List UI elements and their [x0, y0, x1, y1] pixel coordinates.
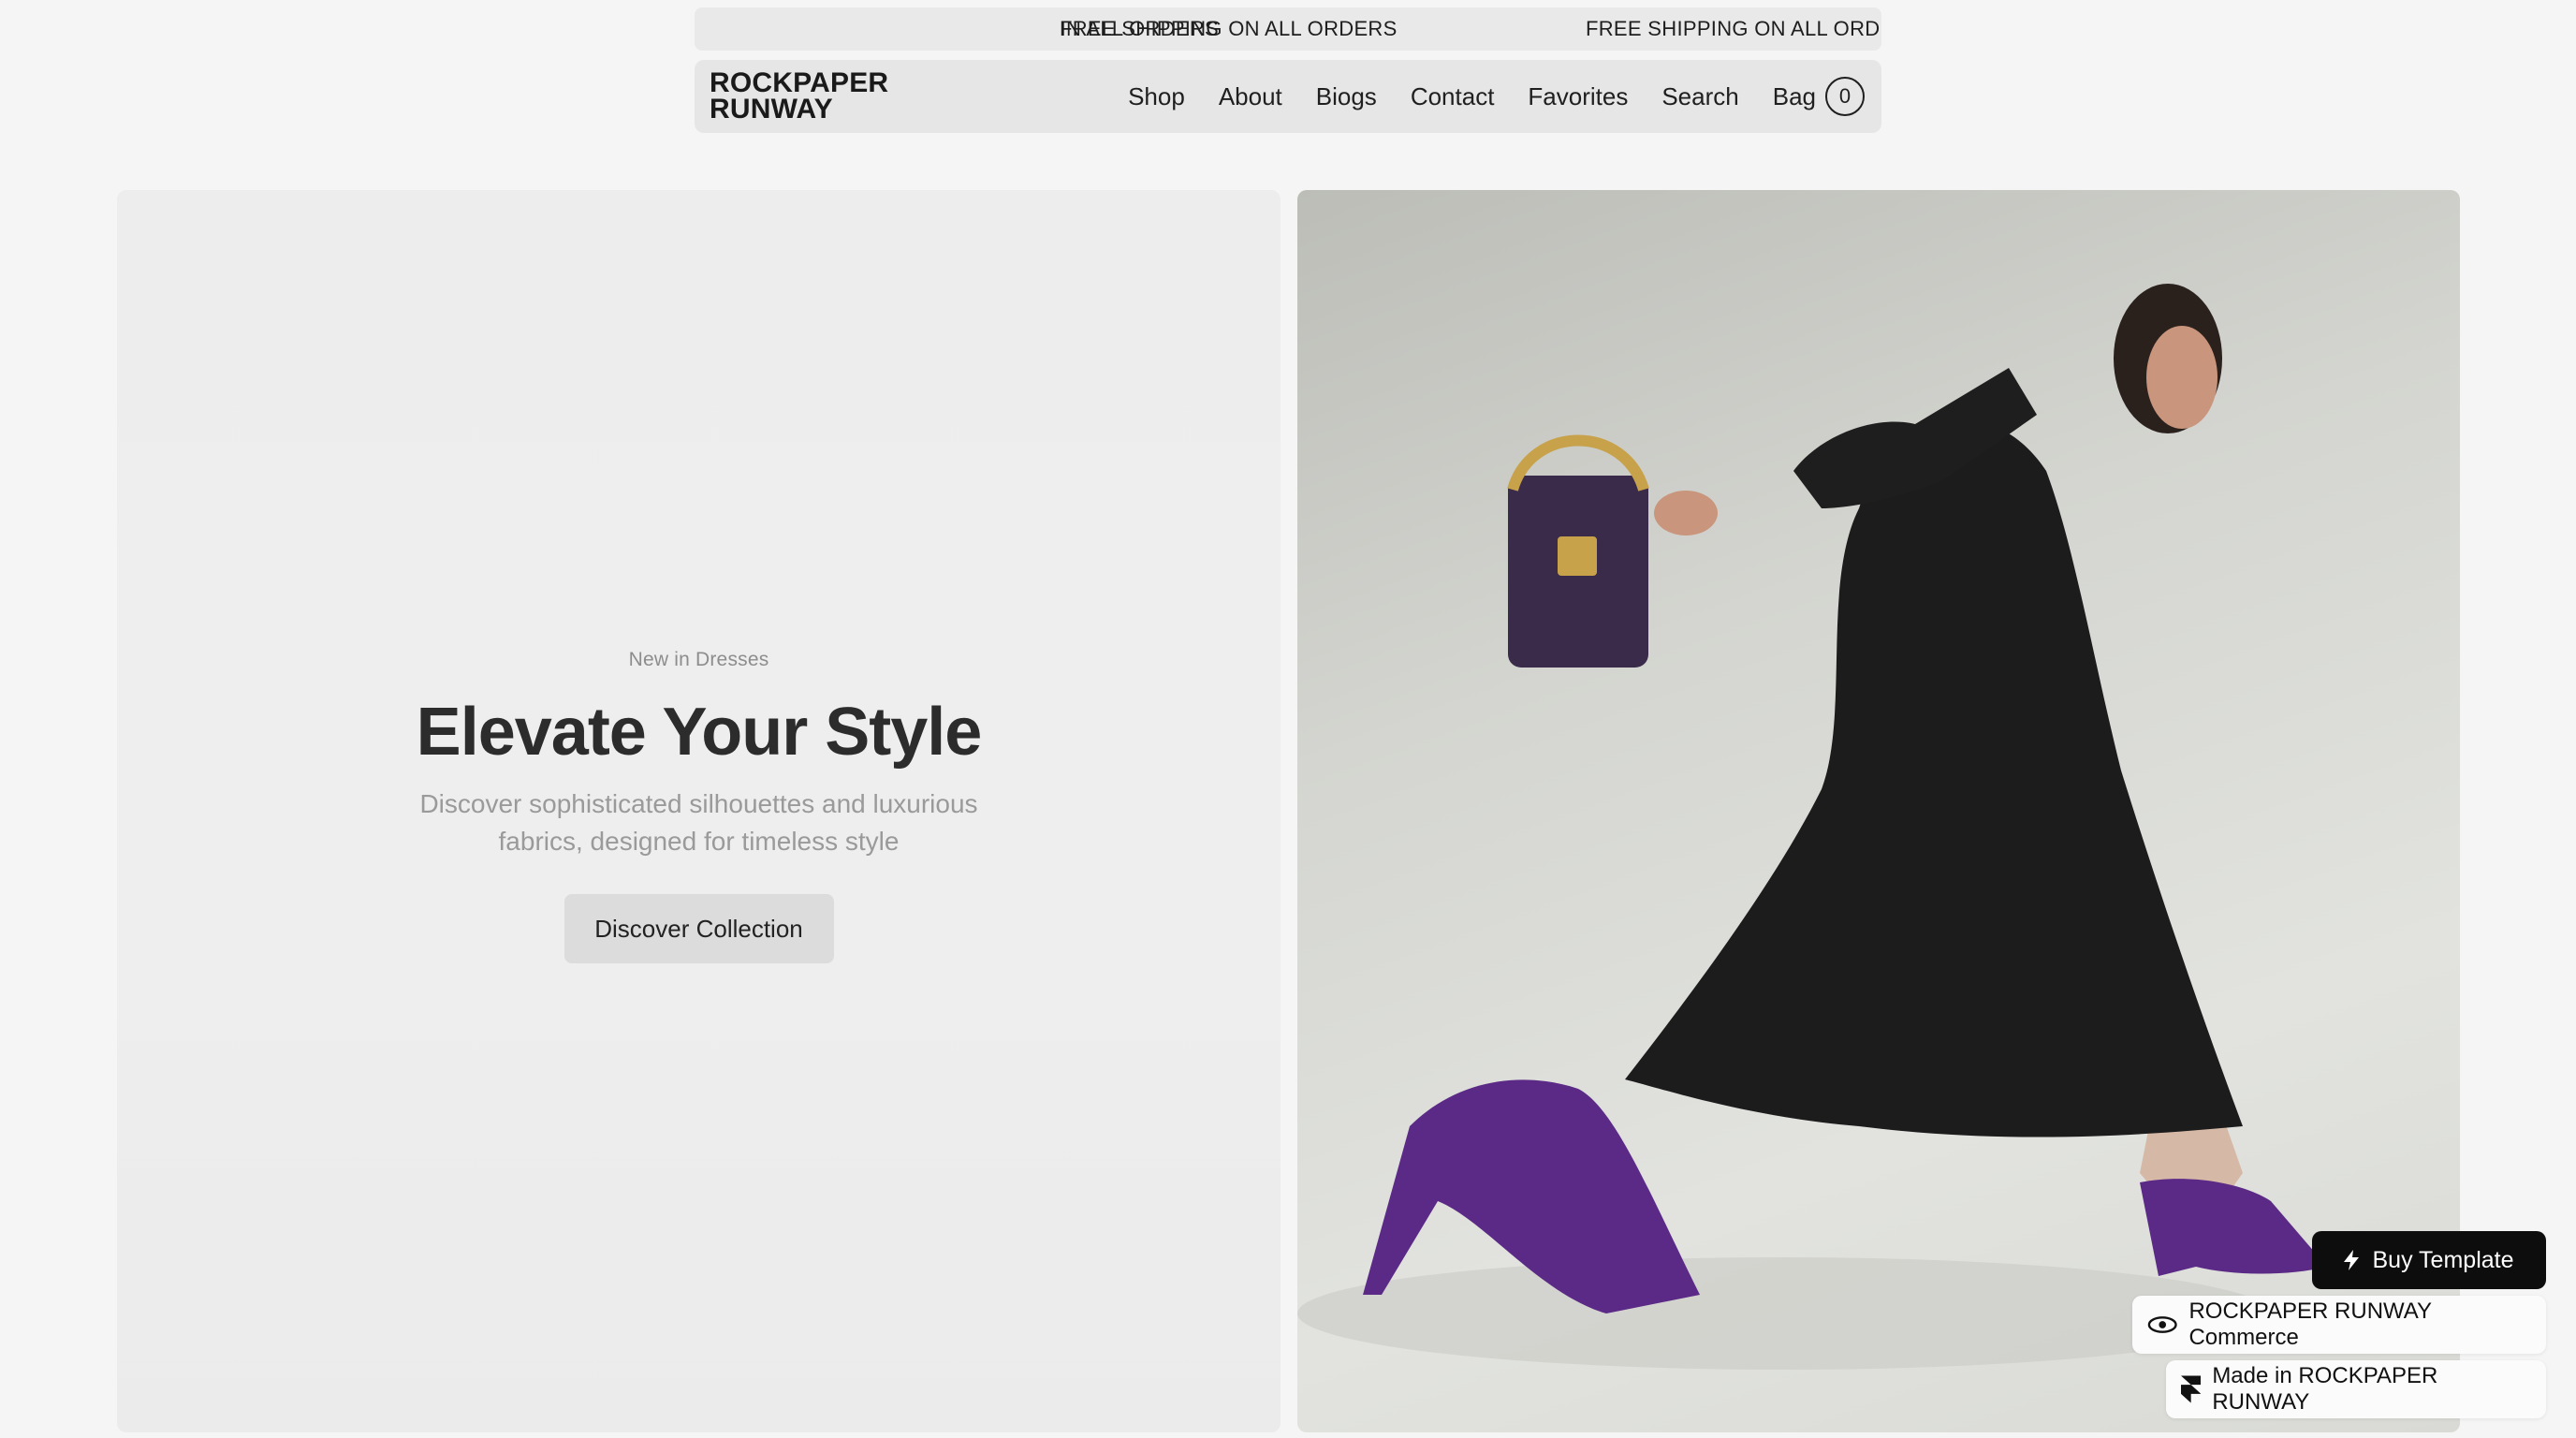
hero-title: Elevate Your Style [416, 695, 983, 770]
buy-template-button[interactable]: Buy Template [2312, 1231, 2546, 1289]
nav-link-biogs[interactable]: Biogs [1316, 82, 1377, 111]
framer-logo-icon [2181, 1375, 2202, 1403]
announcement-ticker: IN ALL ORDERS FREE SHIPPING ON ALL ORDER… [695, 7, 1881, 51]
hero-description: Discover sophisticated silhouettes and l… [419, 789, 978, 856]
nav-links: Shop About Biogs Contact Favorites Searc… [1128, 77, 1866, 116]
commerce-badge[interactable]: ROCKPAPER RUNWAY Commerce [2132, 1296, 2546, 1354]
made-in-label: Made in ROCKPAPER RUNWAY [2212, 1363, 2438, 1415]
ticker-track: IN ALL ORDERS FREE SHIPPING ON ALL ORDER… [695, 7, 1881, 51]
nav-link-about[interactable]: About [1219, 82, 1282, 111]
navbar: ROCKPAPER RUNWAY Shop About Biogs Contac… [695, 60, 1881, 133]
hero-eyebrow: New in Dresses [628, 649, 769, 670]
nav-link-shop[interactable]: Shop [1128, 82, 1185, 111]
bag-label: Bag [1772, 81, 1816, 110]
model-face [2146, 326, 2217, 429]
logo-line-2: RUNWAY [710, 94, 833, 125]
hero-image [1297, 190, 2460, 1432]
purple-shoe-back [2140, 1179, 2327, 1276]
bag-clasp [1558, 536, 1597, 576]
commerce-label: ROCKPAPER RUNWAY Commerce [2188, 1299, 2432, 1350]
hero-content: New in Dresses Elevate Your Style Discov… [117, 649, 1281, 963]
buy-template-label: Buy Template [2372, 1246, 2514, 1273]
ticker-item: FREE SHIPPING ON ALL ORDERS [1060, 17, 1398, 40]
nav-link-search[interactable]: Search [1661, 82, 1738, 111]
discover-collection-button[interactable]: Discover Collection [564, 894, 834, 963]
eye-logo-icon [2147, 1316, 2177, 1333]
nav-link-favorites[interactable]: Favorites [1528, 82, 1628, 111]
bag-button[interactable]: Bag 0 [1773, 77, 1865, 116]
site-logo[interactable]: ROCKPAPER RUNWAY [710, 67, 953, 125]
made-in-badge[interactable]: Made in ROCKPAPER RUNWAY [2166, 1360, 2546, 1418]
floor-shadow [1297, 1257, 2271, 1370]
lightning-icon [2344, 1250, 2360, 1270]
black-dress [1625, 420, 2243, 1137]
ticker-item: FREE SHIPPING ON ALL ORDERS [1586, 17, 1881, 40]
hero-text-panel: New in Dresses Elevate Your Style Discov… [117, 190, 1281, 1432]
logo-line-1: ROCKPAPER [710, 67, 889, 98]
nav-link-contact[interactable]: Contact [1411, 82, 1495, 111]
model-hand [1654, 491, 1718, 536]
model-illustration [1297, 284, 2327, 1370]
bag-count-badge: 0 [1825, 77, 1865, 116]
